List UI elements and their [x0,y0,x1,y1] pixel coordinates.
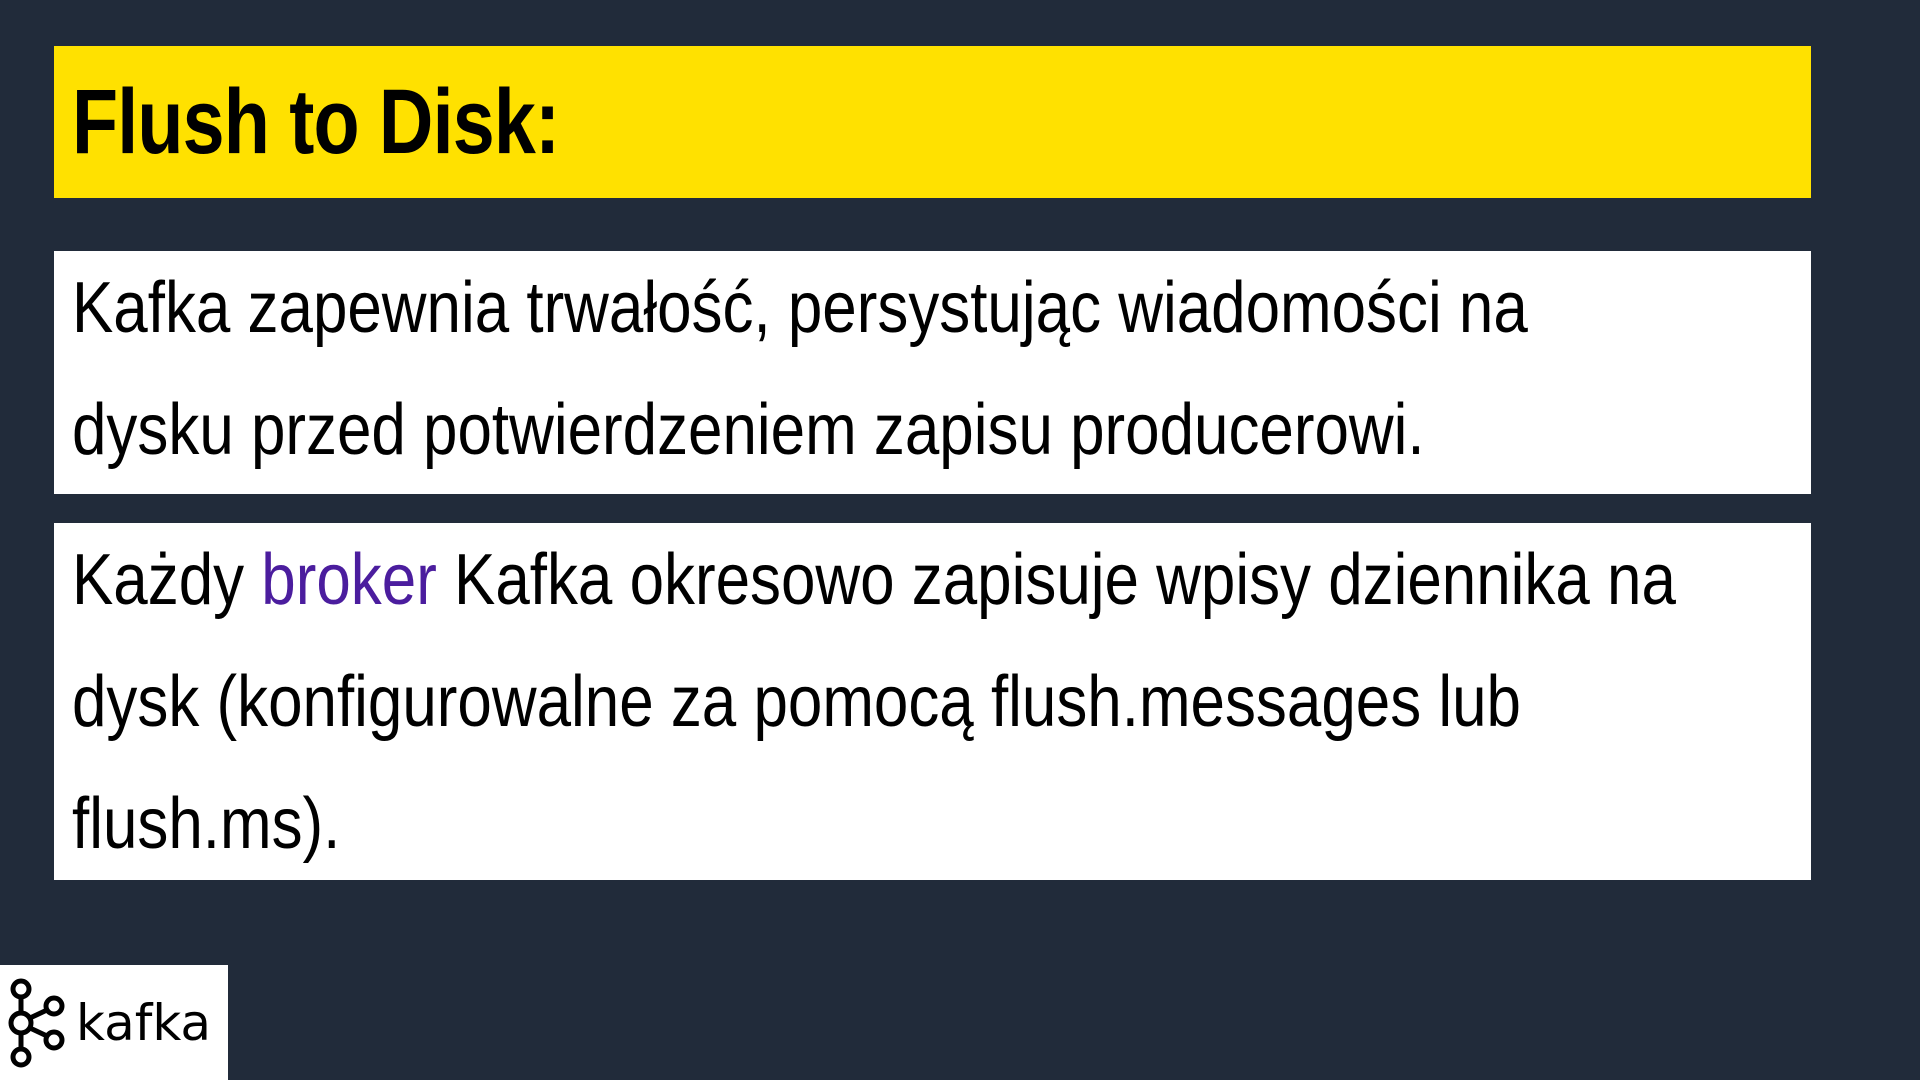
kafka-logo: kafka [0,965,228,1080]
kafka-logo-text: kafka [76,993,212,1052]
text-box-durability: Kafka zapewnia trwałość, persystując wia… [54,251,1811,494]
paragraph-durability: Kafka zapewnia trwałość, persystując wia… [72,268,1528,470]
text-box-broker-flush: Każdy broker Kafka okresowo zapisuje wpi… [54,523,1811,880]
paragraph-broker-flush: Każdy broker Kafka okresowo zapisuje wpi… [72,519,1706,885]
slide-title: Flush to Disk: [72,70,560,173]
kafka-logo-icon [8,978,65,1067]
paragraph-broker-flush-start: Każdy [72,540,262,620]
slide-title-bar: Flush to Disk: [54,46,1811,198]
highlighted-term-broker: broker [261,540,437,620]
